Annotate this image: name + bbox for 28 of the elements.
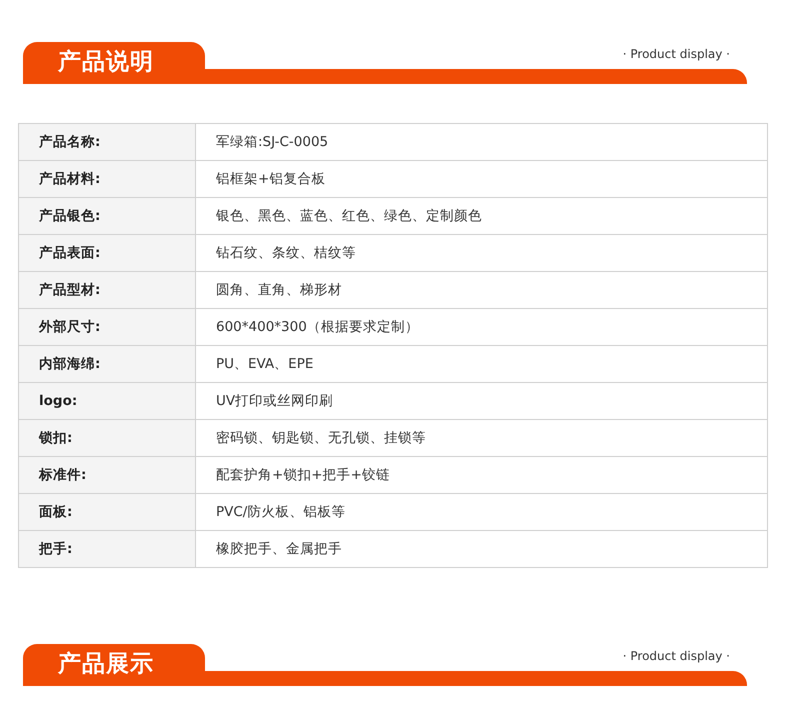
spec-label: logo:	[18, 382, 196, 420]
spec-label: 内部海绵:	[18, 346, 196, 382]
spec-label: 把手:	[18, 530, 196, 568]
spec-label: 面板:	[18, 494, 196, 530]
spec-label: 外部尺寸:	[18, 308, 196, 346]
spec-label: 产品银色:	[18, 198, 196, 234]
spec-value: 配套护角+锁扣+把手+铰链	[196, 456, 768, 494]
spec-value: PVC/防火板、铝板等	[196, 494, 768, 530]
section-subtitle: · Product display ·	[622, 48, 730, 60]
section-subtitle: · Product display ·	[622, 650, 730, 662]
spec-label: 产品表面:	[18, 234, 196, 272]
spec-label: 产品名称:	[18, 124, 196, 160]
spec-value: 铝框架+铝复合板	[196, 160, 768, 198]
spec-value: 军绿箱:SJ-C-0005	[196, 124, 768, 160]
spec-value: 钻石纹、条纹、桔纹等	[196, 234, 768, 272]
section-title: 产品说明	[23, 42, 205, 84]
spec-value: 密码锁、钥匙锁、无孔锁、挂锁等	[196, 420, 768, 456]
spec-value: 银色、黑色、蓝色、红色、绿色、定制颜色	[196, 198, 768, 234]
section-title: 产品展示	[23, 644, 205, 686]
spec-label: 产品型材:	[18, 272, 196, 308]
spec-value: 600*400*300（根据要求定制）	[196, 308, 768, 346]
spec-value: UV打印或丝网印刷	[196, 382, 768, 420]
spec-value: PU、EVA、EPE	[196, 346, 768, 382]
spec-label: 锁扣:	[18, 420, 196, 456]
spec-value: 橡胶把手、金属把手	[196, 530, 768, 568]
spec-label: 产品材料:	[18, 160, 196, 198]
spec-label: 标准件:	[18, 456, 196, 494]
spec-value: 圆角、直角、梯形材	[196, 272, 768, 308]
